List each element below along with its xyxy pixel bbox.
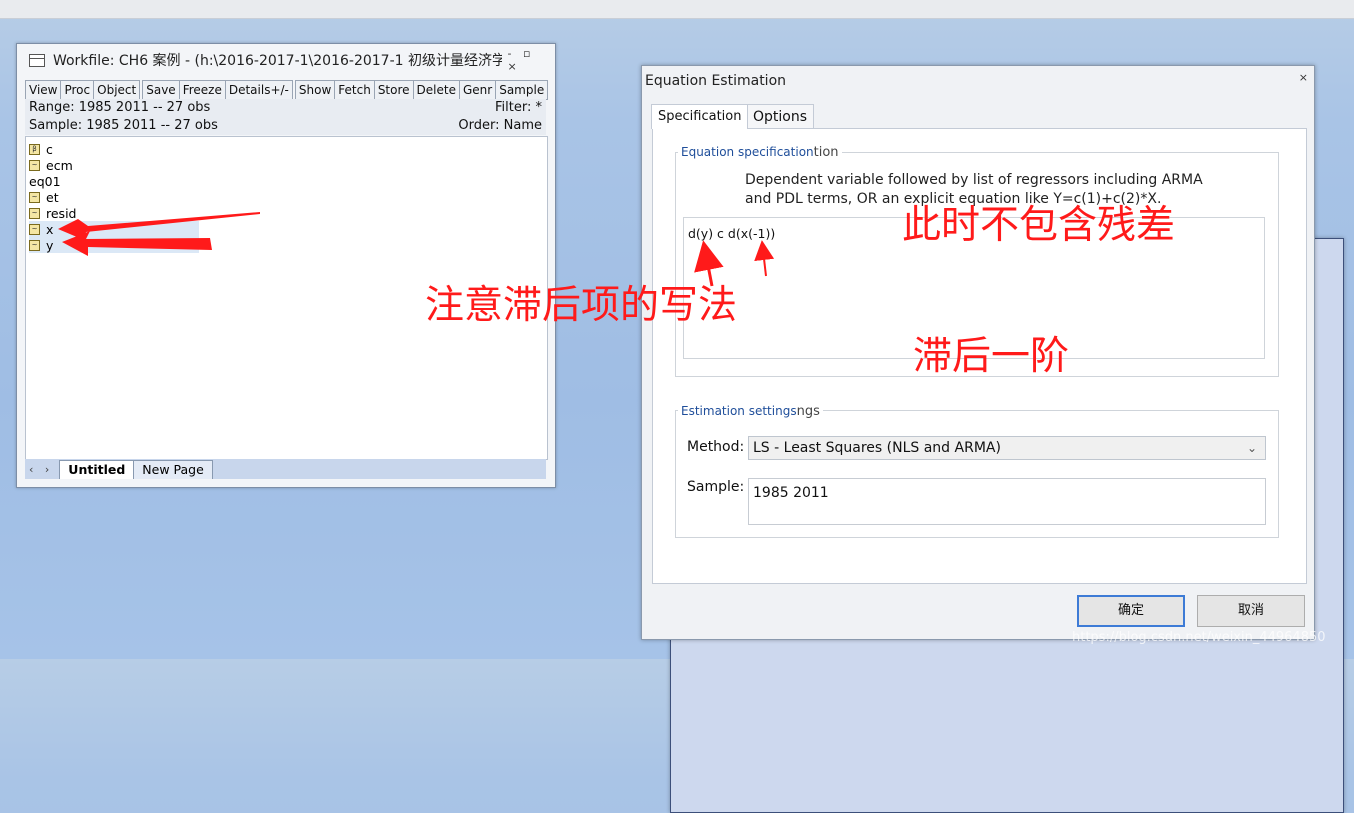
annotation-lag-syntax: 注意滞后项的写法 [425, 283, 738, 328]
annotation-no-residual: 此时不包含残差 [902, 203, 1176, 248]
arrow-to-y [62, 231, 212, 256]
arrow-to-dx [754, 240, 775, 277]
watermark: https://blog.csdn.net/weixin_44964850 [1072, 630, 1326, 645]
arrow-to-x [58, 212, 260, 240]
annotation-lag-one: 滞后一阶 [913, 334, 1070, 379]
tab-specification[interactable]: Specification [651, 104, 749, 129]
